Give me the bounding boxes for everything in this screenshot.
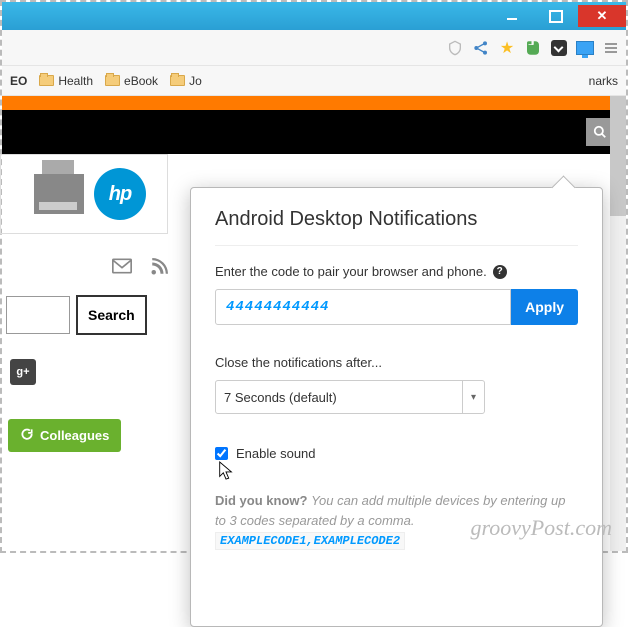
pair-code-input[interactable] [215,289,511,325]
timeout-value: 7 Seconds (default) [224,390,337,405]
folder-icon [39,75,54,86]
hp-logo: hp [94,168,146,220]
divider [215,245,578,246]
mail-icon[interactable] [112,258,132,281]
bookmark-folder-health[interactable]: Health [39,74,93,88]
bookmark-folder-truncated[interactable]: Jo [170,74,202,88]
hp-ad[interactable]: hp [0,154,168,234]
refresh-icon [20,427,34,444]
example-code: EXAMPLECODE1,EXAMPLECODE2 [215,532,405,550]
hint-text: Did you know? You can add multiple devic… [215,491,578,550]
hamburger-menu-icon[interactable] [602,39,620,57]
timeout-select[interactable]: 7 Seconds (default) ▾ [215,380,485,414]
close-button[interactable] [578,5,626,27]
vertical-scrollbar[interactable] [610,96,626,551]
share-icon[interactable] [472,39,490,57]
bookmarks-bar: EO Health eBook Jo narks [2,66,626,96]
help-icon[interactable]: ? [493,265,507,279]
bookmark-star-icon[interactable]: ★ [498,39,516,57]
printer-icon [34,174,84,214]
extension-popup: Android Desktop Notifications Enter the … [190,187,603,627]
popup-title: Android Desktop Notifications [215,208,578,231]
site-header [2,110,626,154]
window-titlebar [2,2,626,30]
maximize-button[interactable] [534,5,578,27]
bookmark-truncated-left[interactable]: EO [10,74,27,88]
apply-button[interactable]: Apply [511,289,578,325]
pocket-icon[interactable] [550,39,568,57]
enable-sound-checkbox[interactable] [215,447,228,460]
site-search-button[interactable]: Search [76,295,147,335]
close-after-label: Close the notifications after... [215,355,578,370]
pair-instruction: Enter the code to pair your browser and … [215,264,578,279]
bookmark-truncated-right[interactable]: narks [589,74,618,88]
shield-icon[interactable] [446,39,464,57]
minimize-button[interactable] [490,5,534,27]
gplus-badge[interactable]: g+ [10,359,36,385]
site-search-input[interactable] [6,296,70,334]
scrollbar-thumb[interactable] [610,96,626,216]
rss-icon[interactable] [150,258,168,281]
folder-icon [170,75,185,86]
mouse-cursor-icon [217,460,235,487]
chevron-down-icon: ▾ [462,381,484,413]
browser-toolbar: ★ [2,30,626,66]
site-accent-bar [2,96,626,110]
bookmark-folder-ebook[interactable]: eBook [105,74,158,88]
page-content: hp Search g+ Colleagues Android Desktop … [2,96,626,551]
notification-extension-icon[interactable] [576,39,594,57]
colleagues-label: Colleagues [40,428,109,443]
colleagues-button[interactable]: Colleagues [8,419,121,452]
folder-icon [105,75,120,86]
evernote-icon[interactable] [524,39,542,57]
enable-sound-label: Enable sound [236,446,316,461]
